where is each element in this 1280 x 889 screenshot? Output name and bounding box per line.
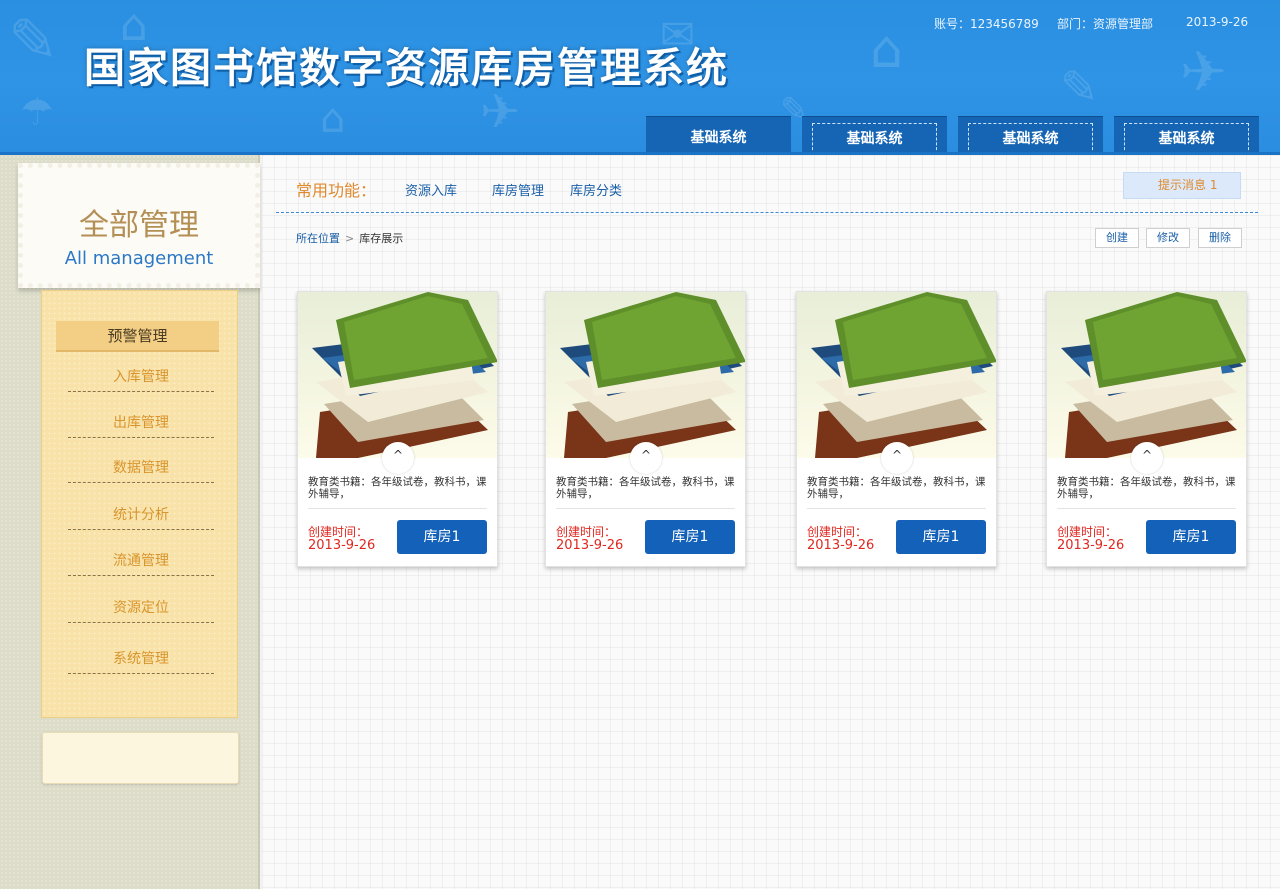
chevron-up-icon[interactable]: ^ bbox=[630, 442, 662, 474]
department-label: 部门：资源管理部 bbox=[1057, 17, 1154, 31]
app-title: 国家图书馆数字资源库房管理系统 bbox=[84, 44, 729, 92]
quick-link-category[interactable]: 库房分类 bbox=[570, 180, 622, 199]
notice-button[interactable]: 提示消息 1 bbox=[1123, 172, 1241, 199]
card-divider bbox=[556, 508, 735, 509]
card-divider bbox=[807, 508, 986, 509]
book-stack-icon bbox=[797, 292, 996, 458]
card-warehouse-button[interactable]: 库房1 bbox=[645, 520, 735, 554]
sidebar-item-warning[interactable]: 预警管理 bbox=[56, 321, 219, 352]
card-warehouse-button[interactable]: 库房1 bbox=[1146, 520, 1236, 554]
card-created-date: 2013-9-26 bbox=[1057, 538, 1125, 553]
card-description: 教育类书籍：各年级试卷，教科书，课外辅导， bbox=[308, 476, 487, 500]
delete-button[interactable]: 删除 bbox=[1198, 228, 1242, 248]
chevron-up-icon[interactable]: ^ bbox=[881, 442, 913, 474]
book-stack-icon bbox=[1047, 292, 1246, 458]
header-doodle: ⌂ bbox=[870, 20, 904, 80]
sidebar-item-circulation[interactable]: 流通管理 bbox=[68, 546, 214, 576]
nav-tab-label: 基础系统 bbox=[812, 123, 937, 152]
chevron-up-icon[interactable]: ^ bbox=[382, 442, 414, 474]
sidebar-title-cn: 全部管理 bbox=[79, 208, 199, 243]
breadcrumb-current: 库存展示 bbox=[359, 232, 404, 245]
sidebar-item-system[interactable]: 系统管理 bbox=[68, 644, 214, 674]
nav-tab-label: 基础系统 bbox=[690, 130, 747, 146]
sidebar-title-stamp: 全部管理 All management bbox=[18, 163, 260, 288]
sidebar-title-en: All management bbox=[64, 248, 214, 269]
quick-link-warehouse[interactable]: 库房管理 bbox=[492, 180, 544, 199]
header-doodle: ✈ bbox=[1180, 40, 1227, 105]
breadcrumb-separator: > bbox=[345, 232, 355, 245]
account-label: 账号：123456789 bbox=[934, 17, 1039, 31]
edit-button[interactable]: 修改 bbox=[1146, 228, 1190, 248]
quick-link-resource-in[interactable]: 资源入库 bbox=[405, 180, 457, 199]
header-doodle: ✎ bbox=[1060, 60, 1099, 114]
warehouse-card[interactable]: ^ 教育类书籍：各年级试卷，教科书，课外辅导， 创建时间： 2013-9-26 … bbox=[1046, 291, 1247, 567]
chevron-up-icon[interactable]: ^ bbox=[1131, 442, 1163, 474]
book-stack-icon bbox=[298, 292, 497, 458]
header-date: 2013-9-26 bbox=[1186, 15, 1249, 29]
breadcrumb: 所在位置 > 库存展示 bbox=[296, 230, 403, 246]
sidebar-item-inbound[interactable]: 入库管理 bbox=[68, 362, 214, 392]
sidebar-extra-box bbox=[42, 732, 239, 784]
card-description: 教育类书籍：各年级试卷，教科书，课外辅导， bbox=[556, 476, 735, 500]
sidebar-item-outbound[interactable]: 出库管理 bbox=[68, 408, 214, 438]
warehouse-card[interactable]: ^ 教育类书籍：各年级试卷，教科书，课外辅导， 创建时间： 2013-9-26 … bbox=[796, 291, 997, 567]
card-divider bbox=[1057, 508, 1236, 509]
header-doodle: ✎ bbox=[8, 6, 59, 76]
nav-tab-3[interactable]: 基础系统 bbox=[958, 116, 1103, 152]
header-doodle: ⌂ bbox=[320, 96, 346, 142]
nav-tab-label: 基础系统 bbox=[968, 123, 1093, 152]
nav-tab-2[interactable]: 基础系统 bbox=[802, 116, 947, 152]
nav-tab-label: 基础系统 bbox=[1124, 123, 1249, 152]
card-divider bbox=[308, 508, 487, 509]
card-description: 教育类书籍：各年级试卷，教科书，课外辅导， bbox=[807, 476, 986, 500]
quick-functions-label: 常用功能： bbox=[296, 181, 377, 200]
card-created-date: 2013-9-26 bbox=[807, 538, 875, 553]
sidebar-item-data[interactable]: 数据管理 bbox=[68, 453, 214, 483]
header-doodle: ☂ bbox=[20, 90, 55, 134]
breadcrumb-location[interactable]: 所在位置 bbox=[296, 232, 340, 245]
create-button[interactable]: 创建 bbox=[1095, 228, 1139, 248]
card-warehouse-button[interactable]: 库房1 bbox=[397, 520, 487, 554]
warehouse-card[interactable]: ^ 教育类书籍：各年级试卷，教科书，课外辅导， 创建时间： 2013-9-26 … bbox=[545, 291, 746, 567]
card-description: 教育类书籍：各年级试卷，教科书，课外辅导， bbox=[1057, 476, 1236, 500]
sidebar-item-location[interactable]: 资源定位 bbox=[68, 593, 214, 623]
book-stack-icon bbox=[546, 292, 745, 458]
card-created-date: 2013-9-26 bbox=[308, 538, 376, 553]
nav-tab-4[interactable]: 基础系统 bbox=[1114, 116, 1259, 152]
app-header: ✎ ⌂ ✈ ⌂ ⌂ ✎ ✈ ☂ ✉ ✎ 国家图书馆数字资源库房管理系统 账号：1… bbox=[0, 0, 1280, 155]
nav-tab-1[interactable]: 基础系统 bbox=[646, 116, 791, 152]
header-divider bbox=[276, 212, 1258, 213]
warehouse-card[interactable]: ^ 教育类书籍：各年级试卷，教科书，课外辅导， 创建时间： 2013-9-26 … bbox=[297, 291, 498, 567]
sidebar-item-statistics[interactable]: 统计分析 bbox=[68, 500, 214, 530]
card-created-date: 2013-9-26 bbox=[556, 538, 624, 553]
card-warehouse-button[interactable]: 库房1 bbox=[896, 520, 986, 554]
